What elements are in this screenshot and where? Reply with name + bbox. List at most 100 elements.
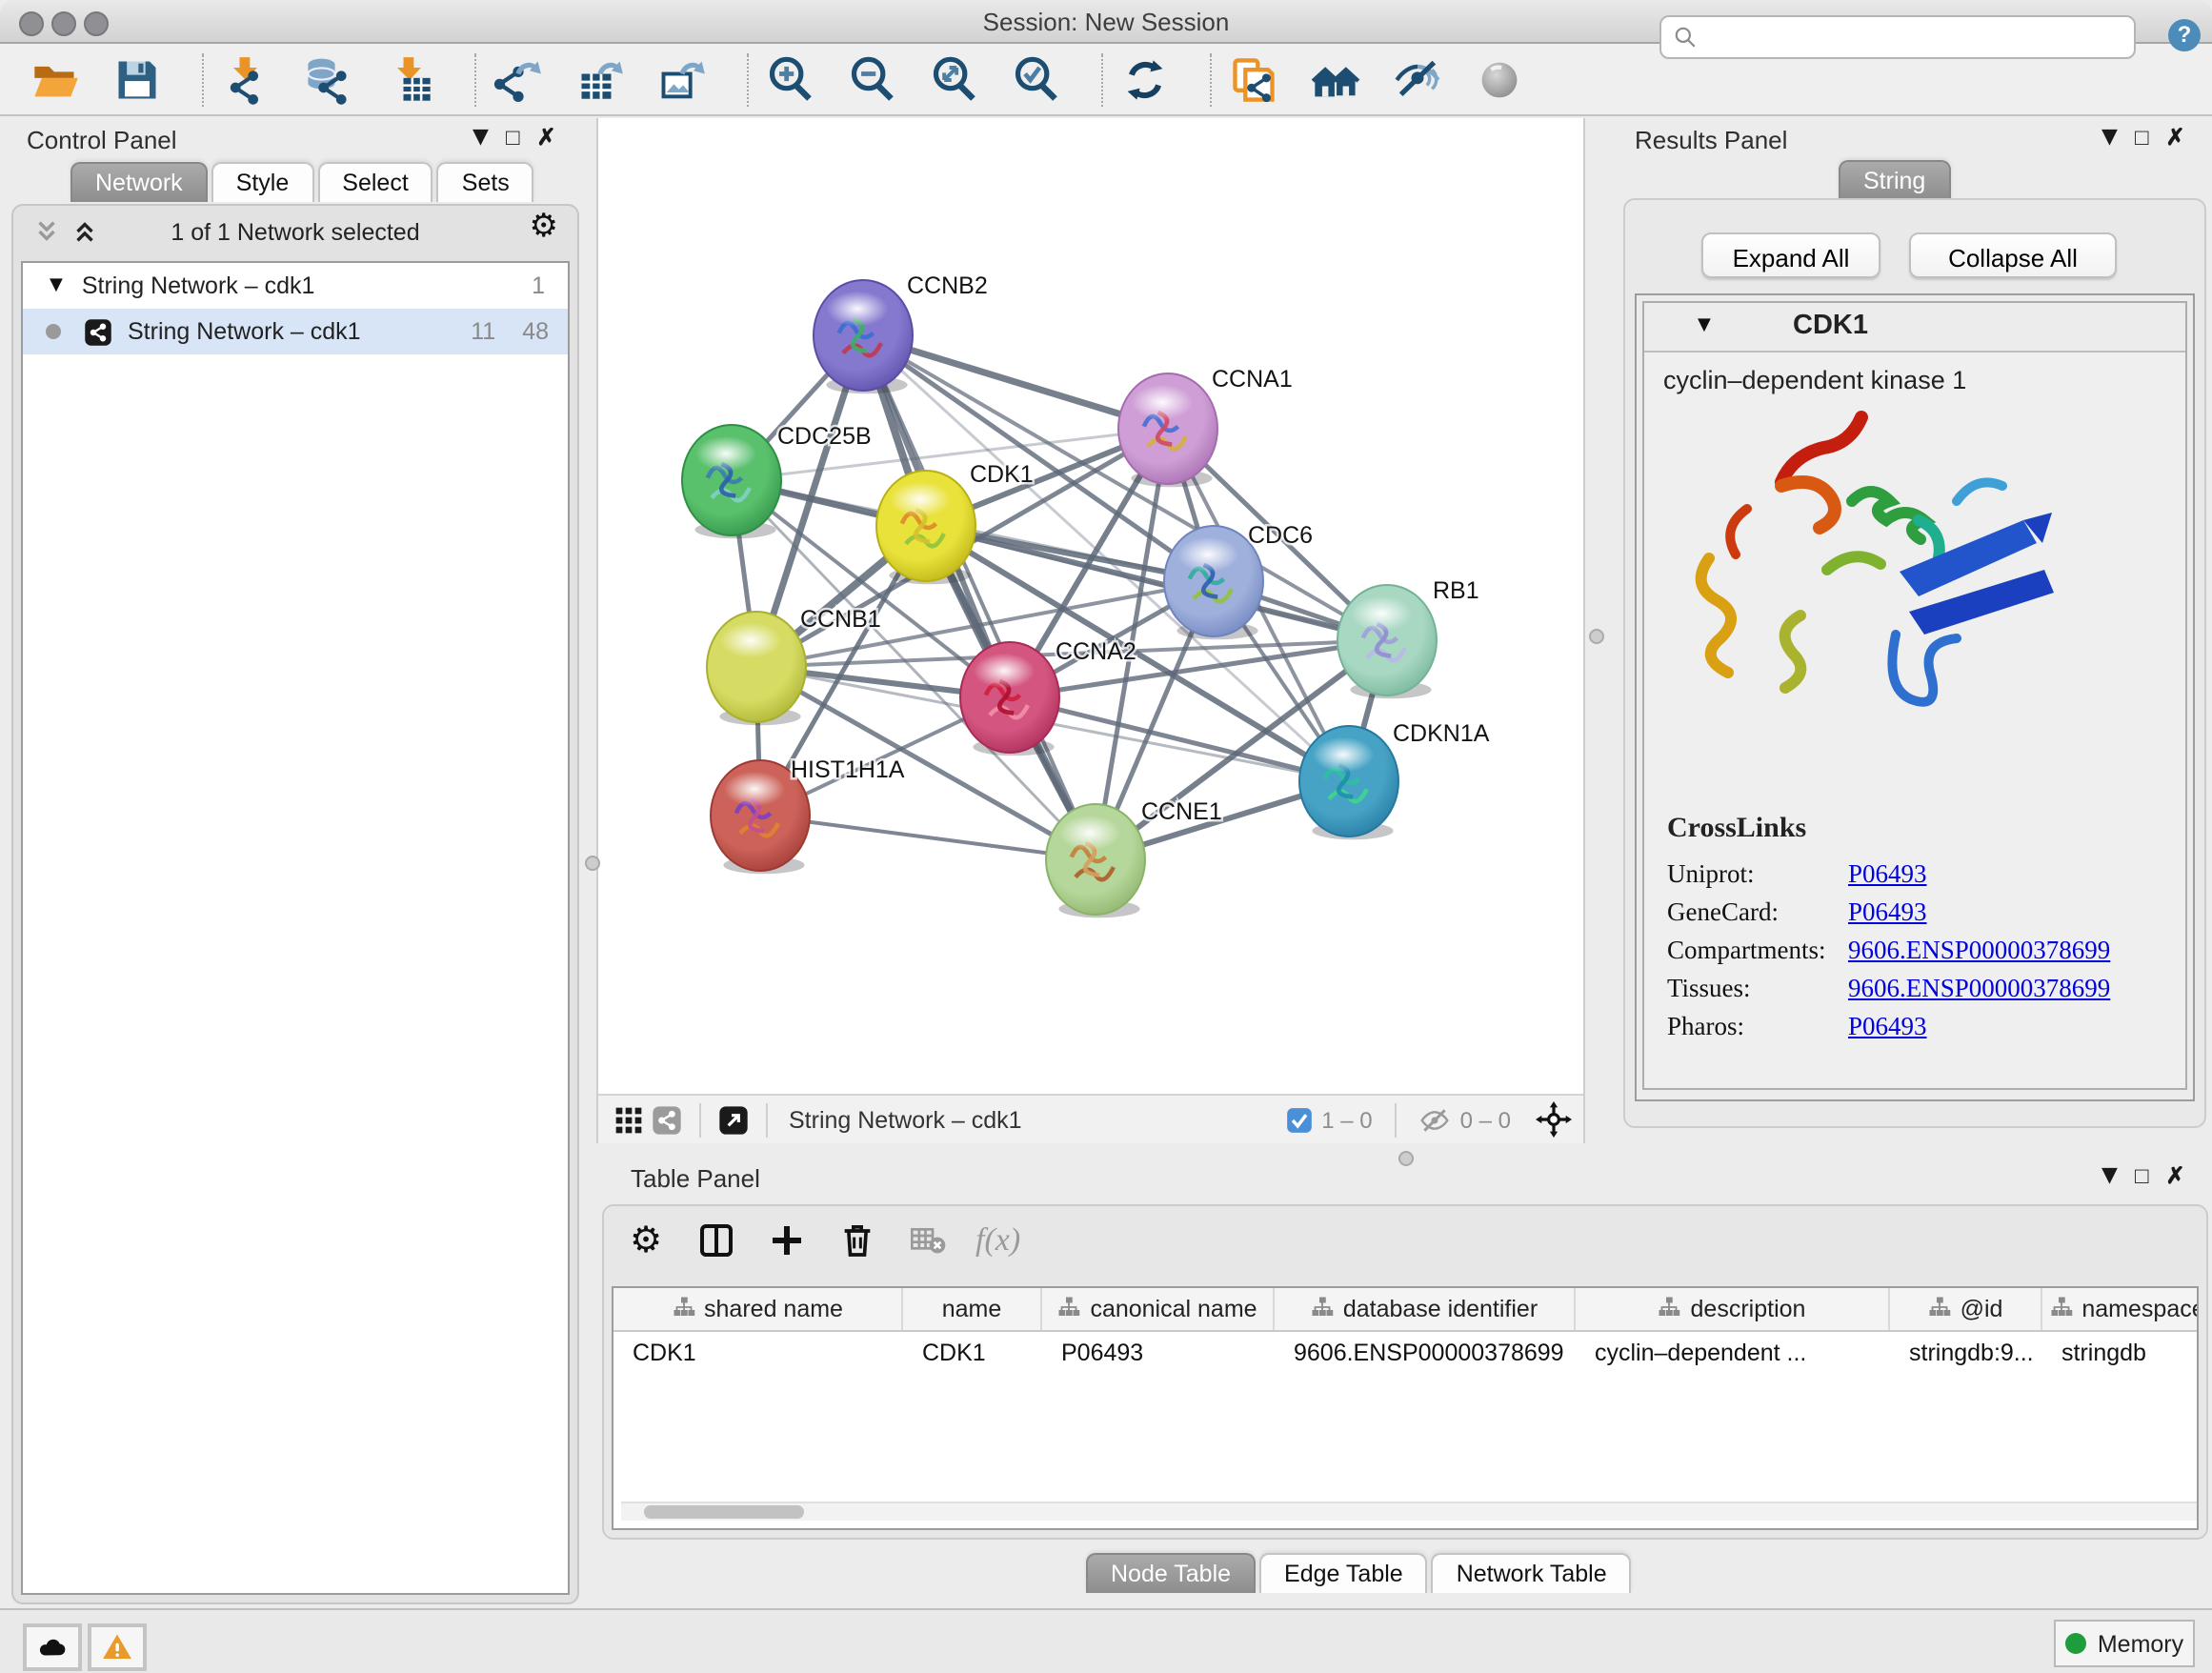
network-edge[interactable]: [760, 816, 1096, 859]
search-box[interactable]: [1659, 15, 2136, 59]
delete-column-icon[interactable]: [835, 1218, 880, 1263]
network-view[interactable]: CCNB2CCNA1CDC25BCDK1CDC6RB1CCNB1CCNA2CDK…: [596, 118, 1585, 1143]
column-header-canonical-name[interactable]: canonical name: [1042, 1288, 1275, 1330]
open-session-icon[interactable]: [27, 50, 84, 108]
results-panel-float-icon[interactable]: □: [2135, 126, 2149, 149]
tab-network[interactable]: Network: [70, 162, 208, 202]
application-window: Session: New Session ? Control Panel ▼ □…: [0, 0, 2212, 1671]
gene-card-collapse-icon[interactable]: ▼: [1698, 316, 1711, 335]
results-panel-close-icon[interactable]: ✗: [2165, 126, 2184, 149]
clear-table-icon[interactable]: [905, 1218, 951, 1263]
open-in-window-icon[interactable]: [714, 1100, 753, 1139]
scrollbar-handle[interactable]: [644, 1505, 804, 1519]
left-splitter-handle[interactable]: [585, 856, 600, 871]
crosslink-value-link[interactable]: P06493: [1848, 859, 1927, 890]
tab-select[interactable]: Select: [317, 162, 433, 202]
zoom-out-icon[interactable]: [844, 50, 901, 108]
string-results-scroll-area[interactable]: ▼ CDK1 cyclin–dependent kinase 1: [1635, 293, 2195, 1101]
network-status-dot: [46, 324, 61, 339]
search-input[interactable]: [1698, 20, 2134, 54]
zoom-in-icon[interactable]: [762, 50, 819, 108]
table-cell[interactable]: CDK1: [613, 1332, 903, 1374]
table-cell[interactable]: stringdb:9...: [1890, 1332, 2042, 1374]
crosslink-value-link[interactable]: P06493: [1848, 897, 1927, 928]
table-row[interactable]: CDK1CDK1P064939606.ENSP00000378699cyclin…: [613, 1332, 2197, 1374]
add-column-icon[interactable]: [764, 1218, 810, 1263]
collection-label: String Network – cdk1: [82, 272, 315, 299]
tab-sets[interactable]: Sets: [437, 162, 534, 202]
collection-expand-icon[interactable]: ▼: [50, 276, 63, 295]
show-all-icon[interactable]: [1471, 50, 1528, 108]
table-settings-gear-icon[interactable]: ⚙: [623, 1218, 669, 1263]
hidden-eye-slash-icon[interactable]: [1420, 1104, 1451, 1135]
gene-card-header[interactable]: ▼ CDK1: [1644, 303, 2185, 353]
table-horizontal-scrollbar[interactable]: [621, 1502, 2199, 1521]
node-table[interactable]: shared name name canonical namedatabase id…: [612, 1286, 2199, 1530]
control-panel-float-icon[interactable]: □: [506, 126, 520, 149]
duplicate-network-icon[interactable]: [1225, 50, 1282, 108]
column-header-namespace[interactable]: namespace: [2042, 1288, 2199, 1330]
column-header-description[interactable]: description: [1576, 1288, 1890, 1330]
column-header-shared-name[interactable]: shared name: [613, 1288, 903, 1330]
table-cell[interactable]: P06493: [1042, 1332, 1275, 1374]
bottom-splitter-handle[interactable]: [1398, 1151, 1414, 1166]
right-splitter-handle[interactable]: [1589, 629, 1604, 644]
zoom-selected-icon[interactable]: [1008, 50, 1065, 108]
import-network-file-icon[interactable]: [217, 50, 274, 108]
export-network-icon[interactable]: [490, 50, 547, 108]
table-cell[interactable]: 9606.ENSP00000378699: [1275, 1332, 1576, 1374]
node-label-cdc6: CDC6: [1248, 522, 1313, 549]
birds-eye-view-icon[interactable]: [610, 1100, 648, 1139]
column-label: name: [942, 1296, 1002, 1322]
warning-status-button[interactable]: [88, 1623, 147, 1671]
collapse-all-button[interactable]: Collapse All: [1909, 232, 2117, 278]
hide-selected-icon[interactable]: [1389, 50, 1446, 108]
column-header-at-id[interactable]: @id: [1890, 1288, 2042, 1330]
table-panel-menu-icon[interactable]: ▼: [2101, 1164, 2118, 1187]
refresh-layout-icon[interactable]: [1116, 50, 1174, 108]
expand-all-button[interactable]: Expand All: [1701, 232, 1880, 278]
column-header-name[interactable]: name: [903, 1288, 1042, 1330]
column-header-database-identifier[interactable]: database identifier: [1275, 1288, 1576, 1330]
network-row[interactable]: String Network – cdk1 11 48: [23, 309, 568, 354]
zoom-fit-icon[interactable]: [926, 50, 983, 108]
crosslink-value-link[interactable]: 9606.ENSP00000378699: [1848, 974, 2110, 1004]
table-cell[interactable]: cyclin–dependent ...: [1576, 1332, 1890, 1374]
pan-crosshair-icon[interactable]: [1536, 1101, 1572, 1138]
tab-node-table[interactable]: Node Table: [1086, 1553, 1256, 1593]
network-type-icon: [84, 317, 112, 346]
export-table-icon[interactable]: [572, 50, 629, 108]
node-highlight: [720, 623, 781, 658]
import-network-database-icon[interactable]: [299, 50, 356, 108]
table-panel-float-icon[interactable]: □: [2135, 1164, 2149, 1187]
memory-button[interactable]: Memory: [2054, 1620, 2195, 1667]
cloud-status-button[interactable]: [23, 1623, 82, 1671]
results-panel-menu-icon[interactable]: ▼: [2101, 126, 2118, 149]
table-panel-close-icon[interactable]: ✗: [2165, 1164, 2184, 1187]
show-columns-icon[interactable]: [694, 1218, 739, 1263]
control-panel-menu-icon[interactable]: ▼: [473, 126, 489, 149]
control-panel-close-icon[interactable]: ✗: [536, 126, 555, 149]
help-button[interactable]: ?: [2168, 19, 2201, 51]
table-cell[interactable]: CDK1: [903, 1332, 1042, 1374]
selected-checkbox-icon[interactable]: [1285, 1106, 1312, 1133]
network-graph[interactable]: CCNB2CCNA1CDC25BCDK1CDC6RB1CCNB1CCNA2CDK…: [598, 118, 1583, 1094]
tab-style[interactable]: Style: [211, 162, 314, 202]
network-badge-icon[interactable]: [648, 1100, 686, 1139]
memory-status-dot: [2065, 1633, 2086, 1654]
crosslink-value-link[interactable]: P06493: [1848, 1012, 1927, 1042]
tab-network-table[interactable]: Network Table: [1432, 1553, 1632, 1593]
network-collection-row[interactable]: ▼ String Network – cdk1 1: [23, 263, 568, 309]
tab-string[interactable]: String: [1839, 160, 1950, 200]
export-image-icon[interactable]: [654, 50, 711, 108]
network-options-gear-icon[interactable]: ⚙: [530, 208, 559, 246]
function-builder-icon[interactable]: f(x): [975, 1218, 1020, 1263]
save-session-icon[interactable]: [109, 50, 166, 108]
cloud-icon: [36, 1631, 69, 1663]
table-cell[interactable]: stringdb: [2042, 1332, 2199, 1374]
first-neighbors-icon[interactable]: [1307, 50, 1364, 108]
import-table-file-icon[interactable]: [381, 50, 438, 108]
toolbar-separator: [1101, 52, 1105, 106]
tab-edge-table[interactable]: Edge Table: [1259, 1553, 1428, 1593]
crosslink-value-link[interactable]: 9606.ENSP00000378699: [1848, 936, 2110, 966]
